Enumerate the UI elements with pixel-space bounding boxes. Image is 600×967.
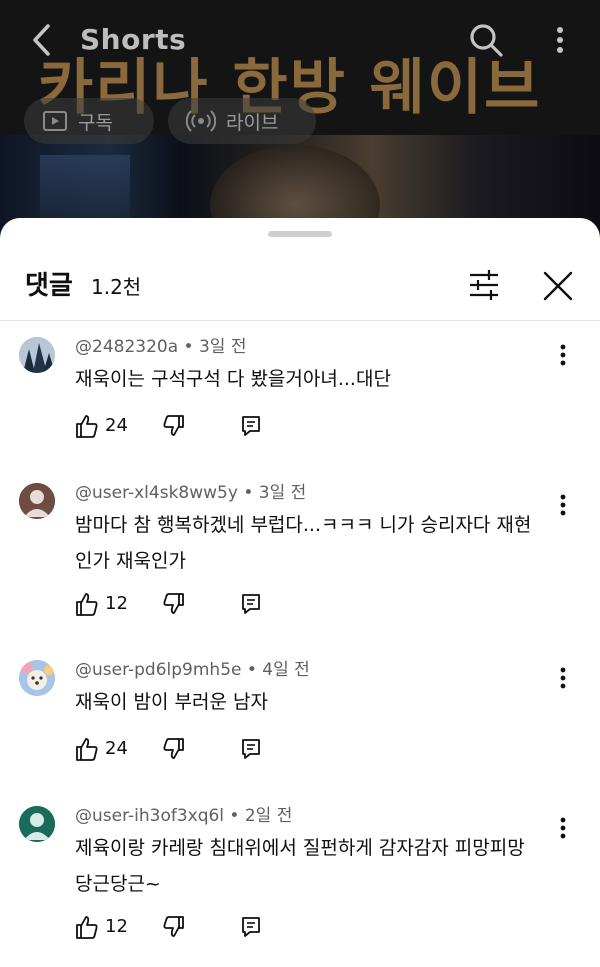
- person-icon: [19, 483, 55, 519]
- comment-meta[interactable]: @user-ih3of3xq6l • 2일 전: [75, 804, 292, 828]
- more-options-button[interactable]: [546, 24, 574, 56]
- comment-actions: 24: [75, 413, 275, 443]
- like-count: 12: [105, 916, 128, 937]
- sort-filter-button[interactable]: [464, 266, 504, 304]
- comment-text: 밤마다 참 행복하겠네 부럽다...ㅋㅋㅋ 니가 승리자다 재현 인가 재욱인가: [75, 507, 565, 579]
- more-vertical-icon: [560, 817, 566, 839]
- search-button[interactable]: [468, 22, 504, 58]
- like-count: 12: [105, 593, 128, 614]
- back-icon: [33, 24, 50, 56]
- reply-icon: [242, 416, 260, 436]
- thumbs-up-icon: [76, 415, 98, 438]
- subscribe-label: 구독: [78, 111, 113, 134]
- comment-text-line: 인가 재욱인가: [75, 550, 186, 572]
- live-label: 라이브: [226, 111, 279, 134]
- more-vertical-icon: [560, 344, 566, 366]
- person-icon: [19, 337, 55, 373]
- play-icon: [43, 111, 67, 131]
- thumbs-down-icon: [163, 415, 184, 436]
- reply-icon: [242, 917, 260, 937]
- reply-button[interactable]: [240, 593, 262, 615]
- reply-icon: [242, 739, 260, 759]
- dislike-button[interactable]: [163, 915, 185, 939]
- comment-actions: 12: [75, 591, 275, 621]
- comment-meta[interactable]: @user-xl4sk8ww5y • 3일 전: [75, 481, 306, 505]
- header-divider: [0, 320, 600, 321]
- reply-button[interactable]: [240, 415, 262, 437]
- comment-more-button[interactable]: [553, 491, 573, 519]
- avatar[interactable]: [19, 806, 55, 842]
- comment-meta[interactable]: @user-pd6lp9mh5e • 4일 전: [75, 658, 310, 682]
- like-button[interactable]: [75, 736, 99, 762]
- avatar[interactable]: [19, 660, 55, 696]
- live-icon: [186, 110, 216, 132]
- comments-sheet: 댓글 1.2천 @2482320a • 3일 전 재욱이는 구석구석 다 봤을거…: [0, 218, 600, 967]
- comment-meta[interactable]: @2482320a • 3일 전: [75, 335, 246, 359]
- reply-icon: [242, 594, 260, 614]
- comment-text: 재욱이 밤이 부러운 남자: [75, 684, 565, 720]
- comments-count: 1.2천: [91, 275, 142, 299]
- avatar[interactable]: [19, 483, 55, 519]
- comment-text-line: 밤마다 참 행복하겠네 부럽다...ㅋㅋㅋ 니가 승리자다 재현: [75, 514, 532, 536]
- thumbs-up-icon: [76, 916, 98, 939]
- avatar[interactable]: [19, 337, 55, 373]
- thumbs-down-icon: [163, 593, 184, 614]
- close-icon: [543, 271, 573, 301]
- comment-text-line: 재욱이 밤이 부러운 남자: [75, 691, 268, 713]
- dislike-button[interactable]: [163, 592, 185, 616]
- person-icon: [19, 660, 55, 696]
- drag-handle[interactable]: [268, 231, 332, 237]
- thumbs-up-icon: [76, 593, 98, 616]
- comment-item: @user-ih3of3xq6l • 2일 전 제육이랑 카레랑 침대위에서 질…: [0, 802, 600, 952]
- thumbs-down-icon: [163, 738, 184, 759]
- person-icon: [19, 806, 55, 842]
- comments-title: 댓글: [25, 271, 73, 301]
- more-vertical-icon: [560, 667, 566, 689]
- comment-item: @user-xl4sk8ww5y • 3일 전 밤마다 참 행복하겠네 부럽다.…: [0, 479, 600, 619]
- comment-text-line: 당근당근~: [75, 873, 161, 895]
- like-button[interactable]: [75, 591, 99, 617]
- comment-more-button[interactable]: [553, 664, 573, 692]
- search-icon: [470, 24, 503, 57]
- like-count: 24: [105, 738, 128, 759]
- comment-text-line: 제육이랑 카레랑 침대위에서 질펀하게 감자감자 피망피망: [75, 837, 525, 859]
- filter-icon: [470, 270, 498, 300]
- thumbs-up-icon: [76, 738, 98, 761]
- dislike-button[interactable]: [163, 737, 185, 761]
- shorts-label: Shorts: [80, 23, 187, 56]
- comment-text: 제육이랑 카레랑 침대위에서 질펀하게 감자감자 피망피망 당근당근~: [75, 830, 565, 902]
- live-chip[interactable]: 라이브: [168, 98, 316, 144]
- close-button[interactable]: [538, 266, 578, 306]
- comment-more-button[interactable]: [553, 341, 573, 369]
- reply-button[interactable]: [240, 738, 262, 760]
- comment-more-button[interactable]: [553, 814, 573, 842]
- reply-button[interactable]: [240, 916, 262, 938]
- comments-header: 댓글 1.2천: [0, 258, 600, 320]
- like-button[interactable]: [75, 914, 99, 940]
- like-count: 24: [105, 415, 128, 436]
- top-bar: Shorts: [0, 0, 600, 80]
- comment-text: 재욱이는 구석구석 다 봤을거아녀...대단: [75, 361, 565, 397]
- thumbs-down-icon: [163, 916, 184, 937]
- comment-actions: 12: [75, 914, 275, 944]
- comment-text-line: 재욱이는 구석구석 다 봤을거아녀...대단: [75, 368, 391, 390]
- subscribe-chip[interactable]: 구독: [24, 98, 154, 144]
- comment-actions: 24: [75, 736, 275, 766]
- more-vertical-icon: [560, 494, 566, 516]
- back-button[interactable]: [26, 22, 58, 58]
- comment-item: @2482320a • 3일 전 재욱이는 구석구석 다 봤을거아녀...대단 …: [0, 333, 600, 453]
- like-button[interactable]: [75, 413, 99, 439]
- more-vertical-icon: [557, 27, 563, 53]
- dislike-button[interactable]: [163, 414, 185, 438]
- comment-item: @user-pd6lp9mh5e • 4일 전 재욱이 밤이 부러운 남자 24: [0, 656, 600, 776]
